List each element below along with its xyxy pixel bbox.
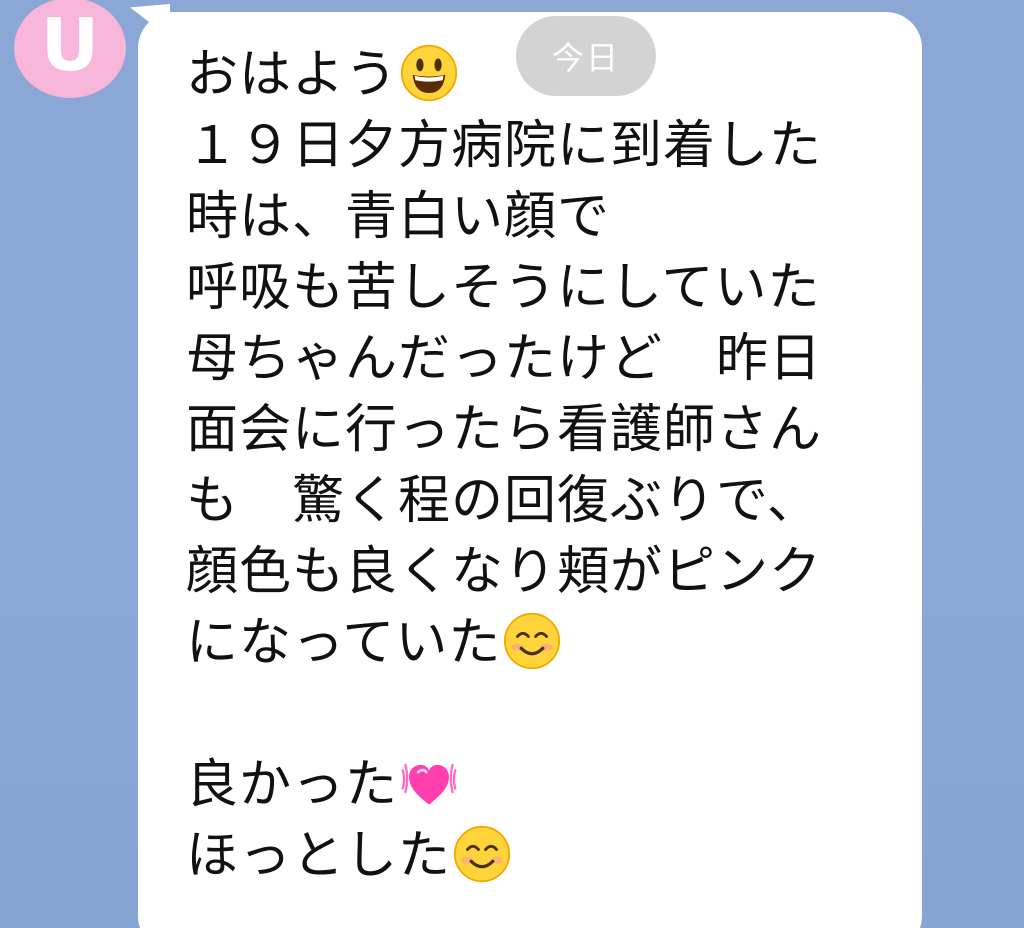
message-line-text: になっていた (186, 613, 502, 673)
message-line: おはよう (186, 40, 886, 111)
message-line: も 驚く程の回復ぶりで、 (186, 466, 886, 537)
message-line-text: 良かった (186, 755, 399, 815)
message-line: 良かった (186, 750, 886, 821)
smiling-face-icon (504, 612, 561, 670)
message-line-text: 母ちゃんだったけど 昨日 (186, 329, 823, 389)
message-line-text: 呼吸も苦しそうにしていた (186, 258, 821, 318)
message-line-text: 時は、青白い顔で (186, 187, 611, 247)
message-line-text: 顔色も良くなり頬がピンク (186, 542, 823, 602)
message-line: 面会に行ったら看護師さん (186, 395, 886, 466)
message-line: 呼吸も苦しそうにしていた (186, 253, 886, 324)
message-line: 時は、青白い顔で (186, 182, 886, 253)
avatar-letter: U (40, 3, 100, 87)
message-line: ほっとした (186, 821, 886, 892)
message-text: おはよう １９日夕方病院に到着した 時は、青白い顔で 呼吸も苦しそうにしていた … (186, 40, 886, 892)
message-line-text: 面会に行ったら看護師さん (186, 400, 823, 460)
message-line-text: も 驚く程の回復ぶりで、 (186, 471, 820, 531)
chat-screen: U 今日 おはよう １９日夕方病院に到着した 時は、青白い顔で 呼吸も苦しそうに… (0, 0, 1024, 928)
message-line: 母ちゃんだったけど 昨日 (186, 324, 886, 395)
grinning-face-icon (400, 44, 458, 102)
message-line: 顔色も良くなり頬がピンク (186, 537, 886, 608)
beating-heart-icon (401, 763, 457, 805)
message-line-text: ほっとした (186, 826, 452, 886)
message-line-text: １９日夕方病院に到着した (186, 116, 823, 176)
smiling-face-icon (453, 825, 511, 883)
message-line: １９日夕方病院に到着した (186, 111, 886, 182)
message-line-text: おはよう (186, 45, 399, 105)
avatar[interactable]: U (14, 0, 126, 98)
message-line: になっていた (186, 608, 886, 679)
